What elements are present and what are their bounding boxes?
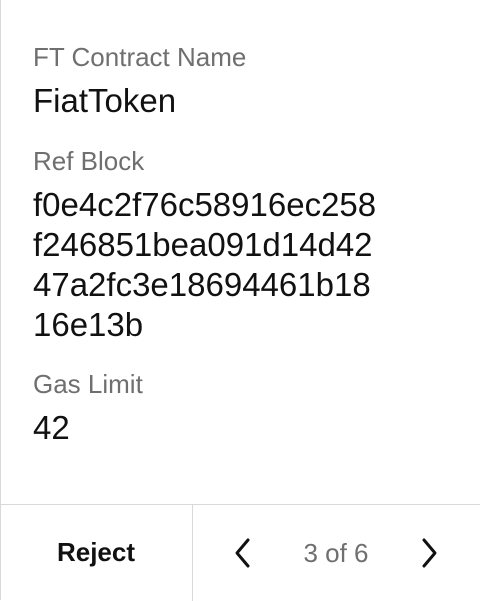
ref-block-line: 47a2fc3e18694461b18 bbox=[33, 266, 371, 303]
ref-block-line: 16e13b bbox=[33, 306, 144, 343]
ref-block-value: f0e4c2f76c58916ec258 f246851bea091d14d42… bbox=[33, 185, 376, 345]
pager: 3 of 6 bbox=[193, 505, 480, 600]
page-indicator: 3 of 6 bbox=[303, 538, 369, 568]
gas-limit-value: 42 bbox=[33, 409, 70, 446]
reject-button[interactable]: Reject bbox=[0, 505, 192, 600]
next-page-button[interactable] bbox=[413, 537, 445, 569]
ref-block-line: f0e4c2f76c58916ec258 bbox=[33, 186, 377, 223]
ref-block-line: f246851bea091d14d42 bbox=[33, 226, 373, 263]
contract-name-value: FiatToken bbox=[33, 82, 177, 119]
gas-limit-label: Gas Limit bbox=[33, 369, 143, 399]
contract-name-label: FT Contract Name bbox=[33, 42, 247, 72]
action-footer: Reject 3 of 6 bbox=[0, 504, 480, 601]
chevron-right-icon bbox=[422, 538, 437, 568]
chevron-left-icon bbox=[235, 538, 250, 568]
previous-page-button[interactable] bbox=[227, 537, 259, 569]
ref-block-label: Ref Block bbox=[33, 146, 145, 176]
